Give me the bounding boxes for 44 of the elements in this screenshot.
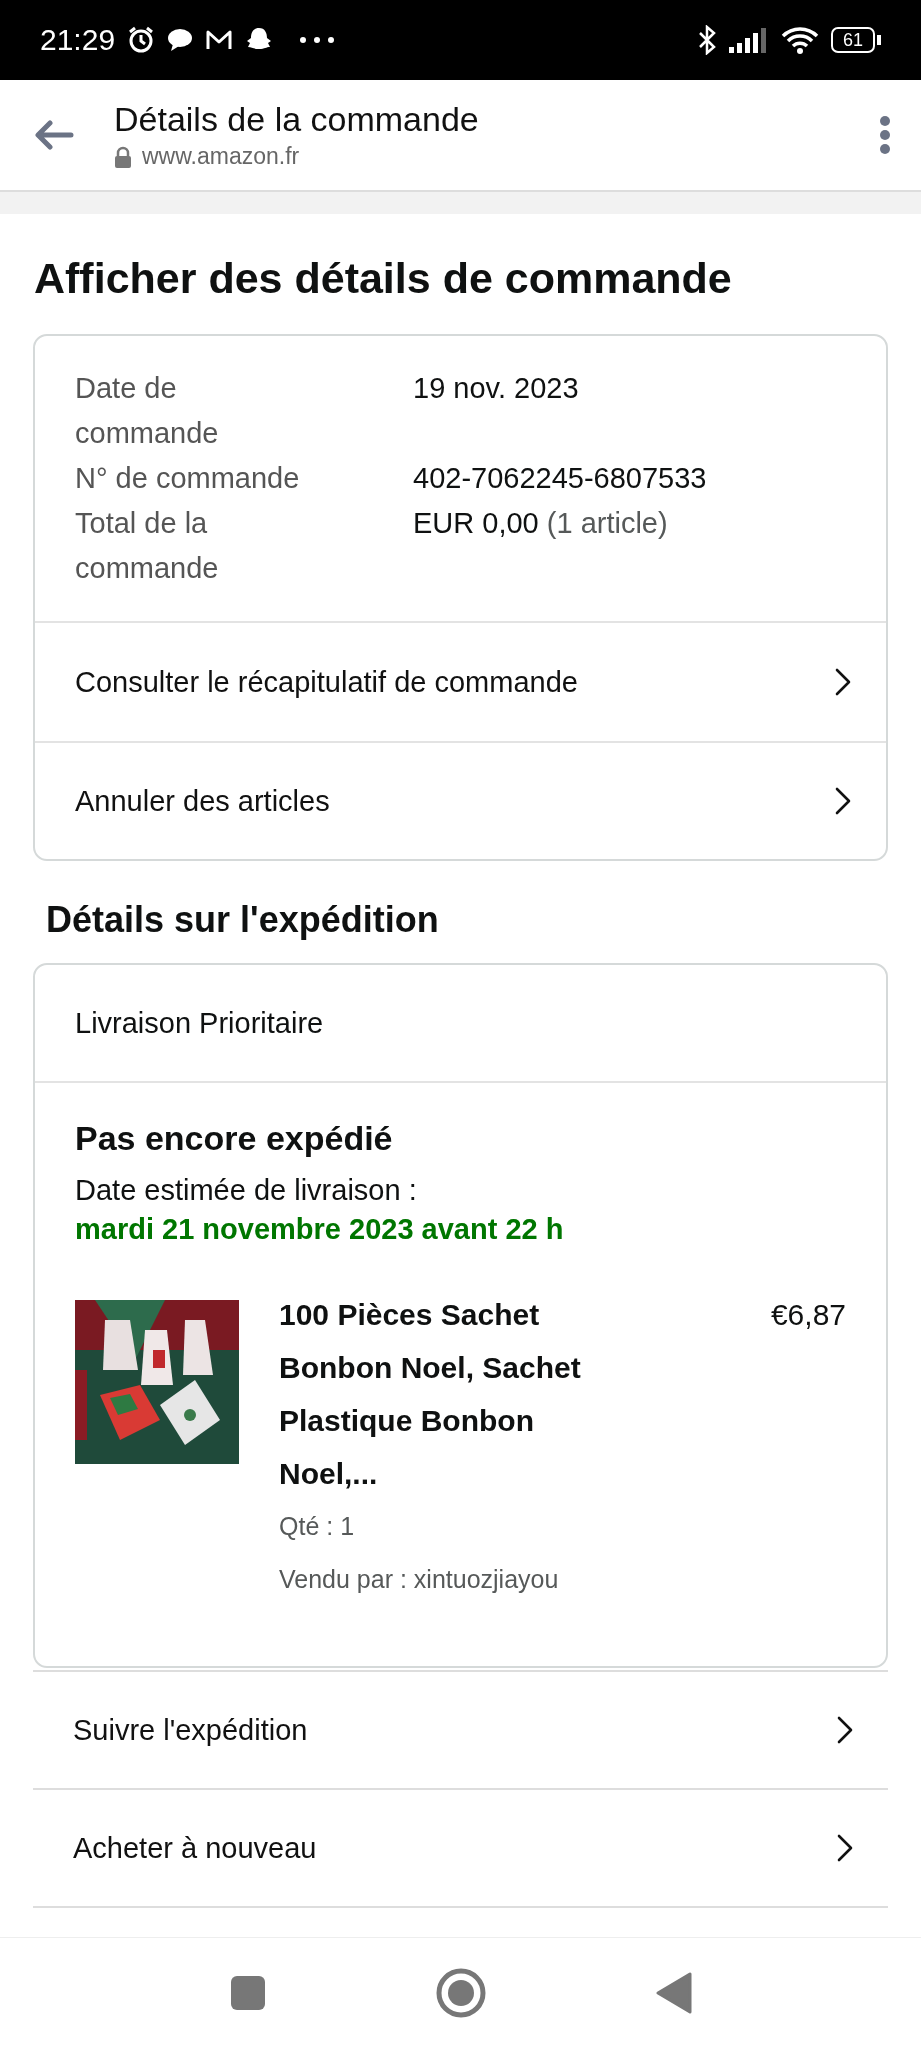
home-icon[interactable] bbox=[435, 1968, 486, 2018]
shipping-method: Livraison Prioritaire bbox=[75, 1006, 324, 1040]
product-title[interactable]: 100 Pièces Sachet Bonbon Noel, Sachet Plastique Bonbon Noel,... bbox=[279, 1288, 639, 1500]
chevron-right-icon bbox=[834, 667, 852, 697]
delivery-label: Date estimée de livraison : bbox=[75, 1174, 418, 1207]
order-link[interactable]: Annuler des articles bbox=[35, 741, 886, 859]
chevron-right-icon bbox=[836, 1833, 854, 1863]
page-title: Détails de la commande bbox=[114, 100, 480, 139]
delivery-date: mardi 21 novembre 2023 avant 22 h bbox=[75, 1213, 565, 1246]
lock-icon bbox=[114, 145, 132, 168]
field-label: Total de la commande bbox=[75, 506, 220, 586]
clock-time: 21:29 bbox=[40, 23, 116, 57]
quantity: Qté : 1 bbox=[279, 1511, 356, 1542]
alarm-icon bbox=[127, 26, 156, 54]
field-value: 402-7062245-6807533 bbox=[413, 461, 708, 496]
chevron-right-icon bbox=[836, 1715, 854, 1745]
price: €6,87 bbox=[770, 1298, 846, 1333]
page-url: www.amazon.fr bbox=[142, 143, 300, 170]
link-label: Consulter le récapitulatif de commande bbox=[75, 665, 578, 699]
link-label: Annuler des articles bbox=[75, 784, 330, 818]
field-label: Date de commande bbox=[75, 371, 220, 451]
action-link[interactable]: Acheter à nouveau bbox=[33, 1790, 888, 1908]
recents-icon[interactable] bbox=[229, 1975, 266, 2011]
field-value: 19 nov. 2023 bbox=[413, 371, 580, 406]
field-label: N° de commande bbox=[75, 461, 301, 496]
chat-bubble-icon bbox=[167, 28, 194, 52]
mail-icon bbox=[205, 28, 234, 52]
shipment-status: Pas encore expédié bbox=[75, 1119, 394, 1158]
action-link[interactable]: Suivre l'expédition bbox=[33, 1672, 888, 1790]
order-link[interactable]: Consulter le récapitulatif de commande bbox=[35, 623, 886, 741]
seller: Vendu par : xintuozjiayou bbox=[279, 1564, 560, 1595]
wifi-icon bbox=[780, 26, 819, 54]
field-value: EUR 0,00 (1 article) bbox=[413, 506, 669, 541]
link-label: Acheter à nouveau bbox=[73, 1831, 317, 1865]
section-heading: Détails sur l'expédition bbox=[46, 899, 440, 942]
back-icon[interactable] bbox=[655, 1972, 692, 2014]
menu-icon[interactable] bbox=[879, 115, 891, 155]
link-label: Suivre l'expédition bbox=[73, 1713, 308, 1747]
more-icon bbox=[299, 36, 336, 44]
page-heading: Afficher des détails de commande bbox=[34, 254, 733, 304]
back-arrow-icon[interactable] bbox=[34, 120, 74, 150]
signal-icon bbox=[728, 27, 769, 53]
chevron-right-icon bbox=[834, 786, 852, 816]
bluetooth-icon bbox=[696, 25, 717, 55]
